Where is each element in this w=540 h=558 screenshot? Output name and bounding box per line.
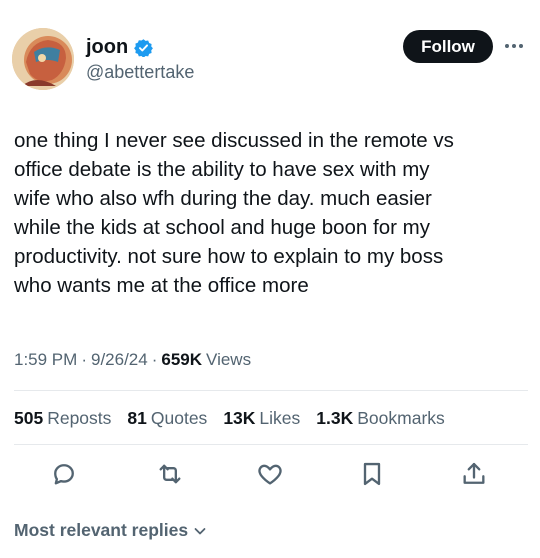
verified-badge-icon (134, 38, 154, 57)
meta-separator: · (81, 350, 87, 369)
share-icon[interactable] (460, 460, 490, 490)
action-bar (0, 460, 540, 494)
stat-count: 81 (127, 408, 147, 428)
divider (14, 390, 528, 391)
tweet-meta: 1:59 PM · 9/26/24 · 659K Views (14, 350, 251, 370)
bookmark-icon[interactable] (358, 460, 388, 490)
author-handle[interactable]: @abettertake (86, 62, 194, 83)
stat-label: Quotes (150, 408, 208, 428)
stat-reposts[interactable]: 505 Reposts (14, 408, 111, 429)
avatar[interactable] (12, 28, 74, 90)
like-icon[interactable] (256, 460, 286, 490)
chevron-down-icon (192, 523, 208, 539)
more-options-icon[interactable] (503, 36, 525, 56)
replies-sort-dropdown[interactable]: Most relevant replies (14, 520, 208, 541)
tweet-date[interactable]: 9/26/24 (91, 350, 148, 370)
stat-bookmarks[interactable]: 1.3K Bookmarks (316, 408, 445, 429)
display-name[interactable]: joon (86, 36, 128, 58)
repost-icon[interactable] (156, 460, 186, 490)
engagement-stats: 505 Reposts 81 Quotes 13K Likes 1.3K Bookmar… (14, 408, 445, 429)
views-label: Views (206, 350, 252, 369)
stat-quotes[interactable]: 81 Quotes (127, 408, 207, 429)
stat-label: Likes (259, 408, 301, 428)
author-name-row[interactable]: joon (86, 36, 154, 58)
stat-count: 505 (14, 408, 44, 428)
views-count: 659K (161, 350, 203, 369)
stat-count: 13K (223, 408, 256, 428)
reply-icon[interactable] (50, 460, 80, 490)
stat-count: 1.3K (316, 408, 354, 428)
follow-button[interactable]: Follow (403, 30, 493, 63)
tweet-time[interactable]: 1:59 PM (14, 350, 77, 370)
divider (14, 444, 528, 445)
stat-label: Reposts (47, 408, 112, 428)
stat-likes[interactable]: 13K Likes (223, 408, 300, 429)
avatar-image (12, 28, 74, 90)
replies-sort-label: Most relevant replies (14, 520, 189, 540)
stat-label: Bookmarks (357, 408, 445, 428)
tweet-text: one thing I never see discussed in the r… (14, 129, 454, 297)
meta-separator: · (151, 350, 158, 369)
